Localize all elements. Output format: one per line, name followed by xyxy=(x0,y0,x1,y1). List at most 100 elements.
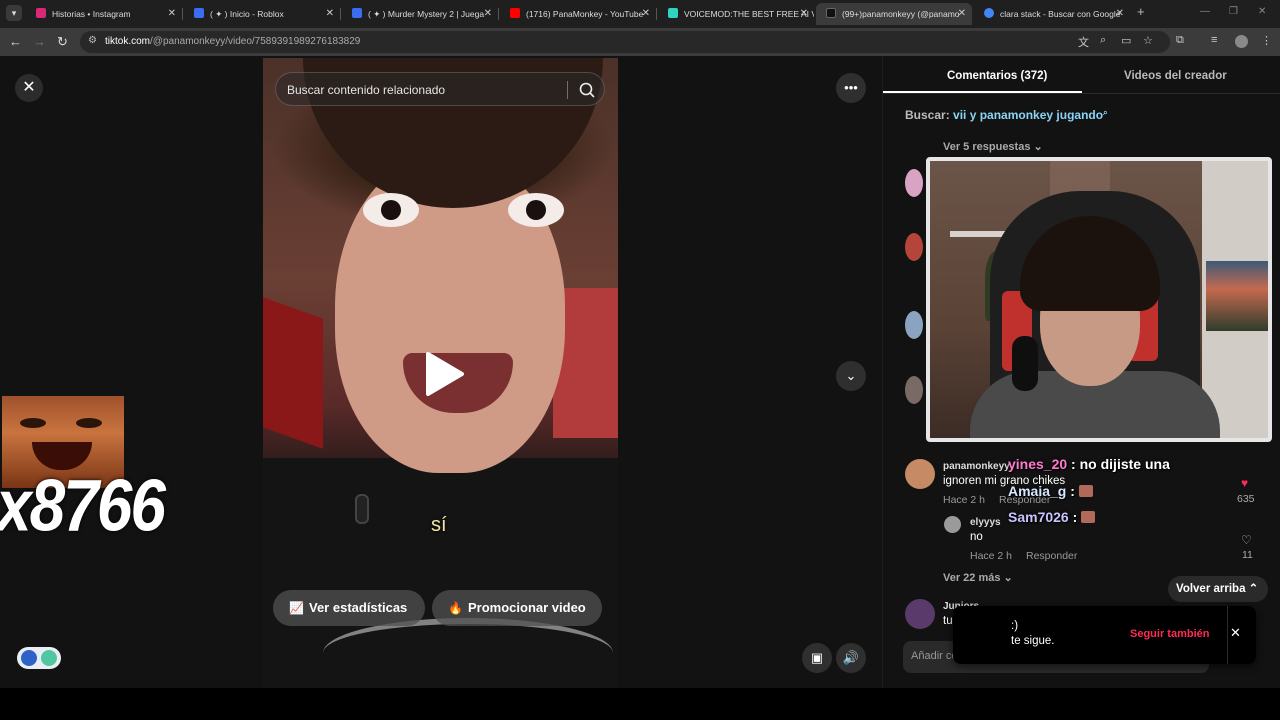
forward-arrow-icon[interactable]: → xyxy=(33,34,46,50)
volume-button[interactable]: 🔊 xyxy=(836,643,866,673)
tiktok-icon xyxy=(826,8,836,18)
speaker-icon: 🔊 xyxy=(842,650,860,665)
toast-username: :) xyxy=(1011,620,1019,632)
translate-icon[interactable]: 文 xyxy=(1078,34,1089,50)
search-suggestion[interactable]: Buscar: vii y panamonkey jugando⌕ xyxy=(905,108,1108,122)
avatar[interactable] xyxy=(905,233,923,261)
tab-bar: ▾ Historias • Instagram ✕ ( ✦ ) Inicio -… xyxy=(0,0,1280,28)
power-icon xyxy=(41,650,57,666)
tab-murder-mystery[interactable]: ( ✦ ) Murder Mystery 2 | Juega ✕ xyxy=(342,3,498,25)
tab-google[interactable]: clara stack - Buscar con Google ✕ xyxy=(974,3,1130,25)
close-video-button[interactable]: ✕ xyxy=(15,74,43,102)
close-tab-icon[interactable]: ✕ xyxy=(958,3,966,25)
overlay-counter: x8766 xyxy=(0,463,166,547)
search-icon[interactable] xyxy=(578,81,596,99)
taskbar-strip xyxy=(0,688,1280,720)
reload-icon[interactable]: ↻ xyxy=(57,34,68,50)
new-tab-icon[interactable]: + xyxy=(1137,4,1145,19)
like-count: 635 xyxy=(1237,493,1255,505)
related-search-input[interactable]: Buscar contenido relacionado xyxy=(275,72,605,106)
tab-comments[interactable]: Comentarios (372) xyxy=(947,70,1047,82)
tab-title: clara stack - Buscar con Google xyxy=(1000,9,1121,19)
chevron-down-icon: ⌄ xyxy=(845,368,857,383)
reply-time: Hace 2 h xyxy=(970,550,1013,562)
tab-search-menu[interactable]: ▾ xyxy=(6,5,22,21)
commenter-avatar[interactable] xyxy=(905,459,935,489)
avatar[interactable] xyxy=(905,376,923,404)
tab-instagram[interactable]: Historias • Instagram ✕ xyxy=(26,3,182,25)
reply-avatar[interactable] xyxy=(944,516,961,533)
stream-chat-message: yines_20 : no dijiste una xyxy=(1008,456,1170,472)
comment-username[interactable]: panamonkeyy xyxy=(943,461,1010,472)
url-text[interactable]: tiktok.com/@panamonkeyy/video/7589391989… xyxy=(105,36,360,47)
extensions-icon[interactable]: ⧉ xyxy=(1176,34,1184,47)
back-to-top-button[interactable]: Volver arriba ⌃ xyxy=(1168,576,1268,602)
more-options-button[interactable]: ••• xyxy=(836,73,866,103)
close-window-icon[interactable]: ✕ xyxy=(1258,6,1266,17)
roblox-icon xyxy=(352,8,362,18)
double-chevron-up-icon: ⌃ xyxy=(1248,583,1259,595)
reply-text: no xyxy=(970,531,983,543)
instagram-icon xyxy=(36,8,46,18)
close-toast-icon[interactable]: ✕ xyxy=(1230,625,1241,641)
extension-badge[interactable] xyxy=(17,647,61,669)
tab-title: ( ✦ ) Inicio - Roblox xyxy=(210,9,284,19)
follow-back-button[interactable]: Seguir también xyxy=(1130,628,1209,640)
reading-list-icon[interactable]: ≡ xyxy=(1211,34,1217,46)
profile-avatar[interactable] xyxy=(1235,35,1248,48)
tab-creator-videos[interactable]: Videos del creador xyxy=(1124,70,1227,82)
stream-chat-message: Sam7026 : xyxy=(1008,509,1096,525)
close-tab-icon[interactable]: ✕ xyxy=(642,3,650,25)
avatar[interactable] xyxy=(905,169,923,197)
toast-message: te sigue. xyxy=(1011,635,1055,647)
view-stats-button[interactable]: 📈 Ver estadísticas xyxy=(273,590,425,626)
tab-title: ( ✦ ) Murder Mystery 2 | Juega xyxy=(368,9,485,19)
site-info-icon[interactable]: ⚙ xyxy=(88,35,97,46)
tab-voicemod[interactable]: VOICEMOD:THE BEST FREE AI V ✕ xyxy=(658,3,814,25)
roblox-icon xyxy=(194,8,204,18)
address-bar[interactable]: ⚙ tiktok.com/@panamonkeyy/video/75893919… xyxy=(80,31,1170,53)
maximize-icon[interactable]: ❐ xyxy=(1229,6,1238,17)
commenter-avatar[interactable] xyxy=(905,599,935,629)
youtube-icon xyxy=(510,8,520,18)
comment-time: Hace 2 h xyxy=(943,494,986,506)
avatar[interactable] xyxy=(905,311,923,339)
close-tab-icon[interactable]: ✕ xyxy=(326,3,334,25)
promote-video-button[interactable]: 🔥 Promocionar video xyxy=(432,590,602,626)
close-tab-icon[interactable]: ✕ xyxy=(1116,3,1124,25)
related-search-placeholder: Buscar contenido relacionado xyxy=(287,83,446,97)
tab-roblox[interactable]: ( ✦ ) Inicio - Roblox ✕ xyxy=(184,3,340,25)
ellipsis-icon: ••• xyxy=(844,80,858,95)
tab-title: (99+)panamonkeyy (@panamo xyxy=(842,9,960,19)
close-icon: ✕ xyxy=(22,79,36,96)
streamer-webcam xyxy=(926,157,1272,442)
tab-tiktok[interactable]: (99+)panamonkeyy (@panamo ✕ xyxy=(816,3,972,25)
next-video-button[interactable]: ⌄ xyxy=(836,361,866,391)
heart-icon[interactable]: ♥ xyxy=(1241,476,1248,490)
close-tab-icon[interactable]: ✕ xyxy=(168,3,176,25)
view-replies-link[interactable]: Ver 5 respuestas ⌄ xyxy=(943,140,1043,153)
more-menu-icon[interactable]: ⋮ xyxy=(1261,34,1272,47)
stream-chat-message: Amaia_g : xyxy=(1008,483,1093,499)
video-caption: sí xyxy=(431,514,447,536)
zoom-icon[interactable]: ⌕ xyxy=(1100,34,1106,47)
pip-button[interactable]: ▣ xyxy=(802,643,832,673)
minimize-icon[interactable]: — xyxy=(1200,6,1210,17)
bookmark-star-icon[interactable]: ☆ xyxy=(1143,34,1153,47)
reply-link[interactable]: Responder xyxy=(1026,550,1077,562)
view-more-link[interactable]: Ver 22 más ⌄ xyxy=(943,571,1013,584)
close-tab-icon[interactable]: ✕ xyxy=(800,3,808,25)
cast-icon[interactable]: ▭ xyxy=(1121,34,1131,47)
tab-title: VOICEMOD:THE BEST FREE AI V xyxy=(684,9,814,19)
emote-icon xyxy=(1081,511,1096,523)
comment-text: tu xyxy=(943,615,953,627)
back-arrow-icon[interactable]: ← xyxy=(9,34,22,50)
reply-username[interactable]: elyyys xyxy=(970,517,1001,528)
heart-outline-icon[interactable]: ♡ xyxy=(1241,533,1252,547)
play-icon[interactable] xyxy=(424,350,466,398)
follow-notification: :) te sigue. Seguir también ✕ xyxy=(953,606,1256,664)
tab-title: (1716) PanaMonkey - YouTube xyxy=(526,9,644,19)
search-icon: ⌕ xyxy=(1103,108,1108,117)
tab-youtube[interactable]: (1716) PanaMonkey - YouTube ✕ xyxy=(500,3,656,25)
close-tab-icon[interactable]: ✕ xyxy=(484,3,492,25)
